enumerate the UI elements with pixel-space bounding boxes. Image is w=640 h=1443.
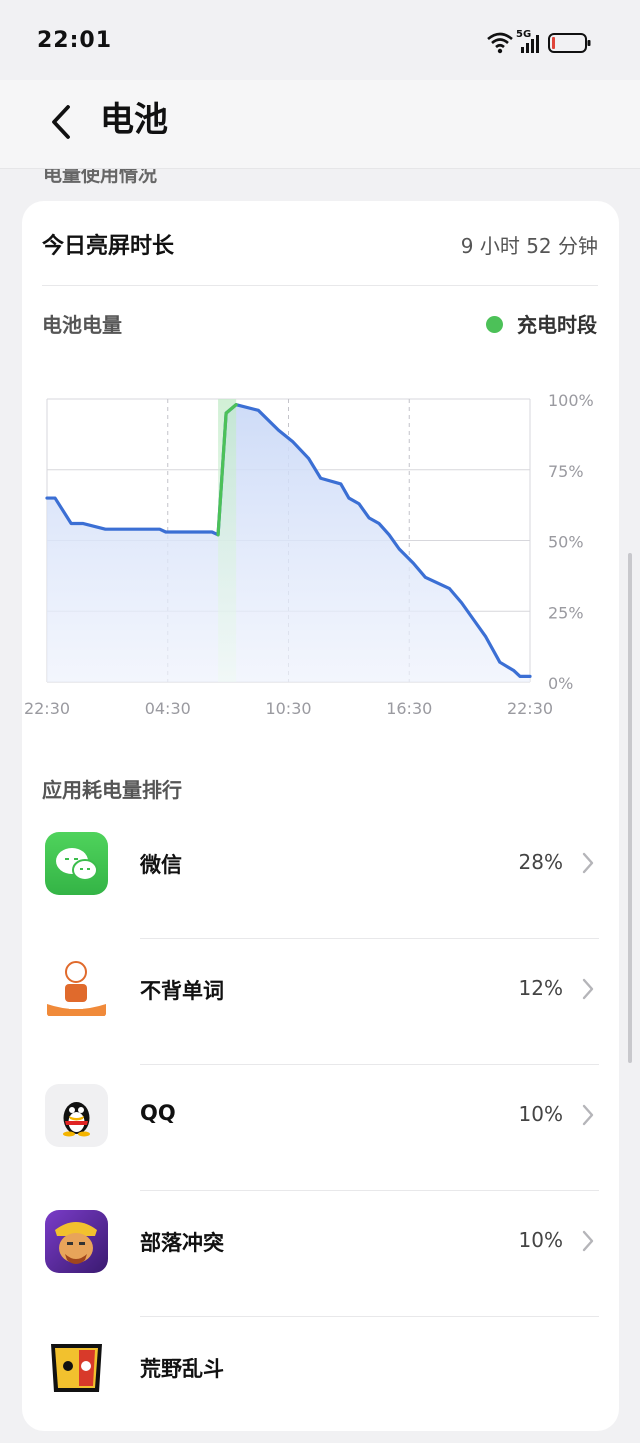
page-header: 电池 [0, 80, 640, 169]
x-tick-label: 04:30 [145, 699, 191, 718]
legend-charging-label: 充电时段 [517, 313, 597, 337]
battery-chart[interactable]: 100% 75% 50% 25% 0% 22:30 04:30 10:30 16:30 22:30 [22, 371, 619, 731]
app-row-wechat[interactable]: 微信 28% [22, 813, 619, 939]
app-percent: 12% [518, 976, 563, 1000]
charging-dot-icon [486, 316, 503, 333]
app-row-qq[interactable]: QQ 10% [22, 1065, 619, 1191]
screen-time-row: 今日亮屏时长 9 小时 52 分钟 [42, 201, 598, 286]
x-tick-label: 16:30 [386, 699, 432, 718]
x-tick-label: 22:30 [24, 699, 70, 718]
charging-band [218, 399, 237, 682]
wechat-icon [45, 832, 108, 895]
status-icons: 5G [486, 26, 606, 60]
battery-level-label: 电池电量 [42, 313, 122, 337]
y-tick-label: 0% [548, 674, 573, 693]
chevron-right-icon [582, 852, 594, 874]
chevron-right-icon [582, 978, 594, 1000]
app-name: 荒野乱斗 [140, 1357, 224, 1381]
coc-icon [45, 1210, 108, 1273]
chart-legend: 充电时段 [486, 309, 597, 338]
app-percent: 28% [518, 850, 563, 874]
app-ranking-title: 应用耗电量排行 [42, 778, 182, 802]
status-bar: 22:01 5G [0, 0, 640, 80]
app-name: QQ [140, 1101, 176, 1125]
x-tick-label: 10:30 [265, 699, 311, 718]
battery-icon [548, 33, 591, 53]
chevron-left-icon [52, 105, 70, 139]
app-percent: 10% [518, 1102, 563, 1126]
chevron-right-icon [582, 1104, 594, 1126]
battery-chart-svg: 100% 75% 50% 25% 0% 22:30 04:30 10:30 16:30 22:30 [24, 391, 594, 718]
page-title: 电池 [100, 100, 168, 140]
app-percent: 10% [518, 1228, 563, 1252]
app-name: 微信 [140, 853, 182, 877]
y-tick-label: 75% [548, 462, 584, 481]
brawlstars-icon [45, 1336, 108, 1399]
chevron-right-icon [582, 1230, 594, 1252]
y-tick-label: 25% [548, 603, 584, 622]
app-name: 部落冲突 [140, 1231, 224, 1255]
app-name: 不背单词 [140, 979, 224, 1003]
y-tick-label: 100% [548, 391, 594, 410]
battery-card: 今日亮屏时长 9 小时 52 分钟 电池电量 充电时段 100% 75% 50% 25… [22, 201, 619, 1431]
wifi-icon [487, 32, 513, 54]
signal-icon [521, 35, 539, 53]
bubei-icon [45, 958, 108, 1021]
status-time: 22:01 [37, 28, 113, 53]
battery-area [47, 404, 530, 682]
app-row-bubei[interactable]: 不背单词 12% [22, 939, 619, 1065]
back-button[interactable] [40, 98, 88, 146]
x-tick-label: 22:30 [507, 699, 553, 718]
y-tick-label: 50% [548, 533, 584, 552]
app-row-coc[interactable]: 部落冲突 10% [22, 1191, 619, 1317]
screen-time-label: 今日亮屏时长 [42, 234, 175, 259]
qq-icon [45, 1084, 108, 1147]
app-row-brawlstars[interactable]: 荒野乱斗 [22, 1317, 619, 1443]
scrollbar[interactable] [628, 553, 632, 1063]
screen-time-value: 9 小时 52 分钟 [460, 234, 598, 258]
